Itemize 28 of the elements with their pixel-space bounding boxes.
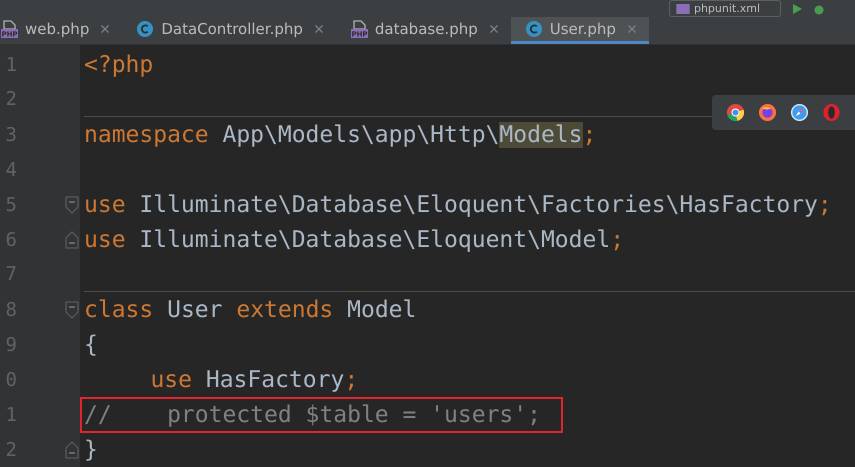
code-line: use HasFactory; — [149, 366, 358, 394]
close-icon[interactable] — [314, 24, 324, 34]
opera-icon[interactable] — [822, 103, 841, 122]
class-icon — [524, 20, 543, 38]
code-line: { — [84, 330, 98, 360]
chrome-icon[interactable] — [726, 103, 745, 122]
code-line: <?php — [84, 50, 154, 80]
code-line: use Illuminate\Database\Eloquent\Model; — [84, 226, 624, 254]
fold-icon[interactable] — [65, 300, 79, 318]
compass-icon[interactable] — [790, 103, 809, 122]
class-icon — [136, 20, 154, 38]
editor-tab[interactable]: DataController.php — [122, 17, 336, 44]
close-icon[interactable] — [488, 24, 499, 34]
run-icon[interactable] — [791, 2, 803, 14]
close-icon[interactable] — [100, 24, 110, 34]
debug-icon[interactable] — [813, 2, 825, 14]
fold-icon[interactable] — [65, 230, 79, 248]
code-line: class User extends Model — [84, 296, 416, 324]
close-icon[interactable] — [626, 24, 637, 34]
code-line: namespace App\Models\app\Http\Models; — [84, 120, 596, 150]
run-config-dropdown[interactable]: phpunit.xml — [668, 0, 781, 17]
fold-icon[interactable] — [65, 196, 79, 214]
fold-icon[interactable] — [65, 440, 79, 458]
editor-tab[interactable]: User.php — [510, 17, 649, 44]
firefox-icon[interactable] — [758, 103, 777, 122]
code-line: } — [84, 436, 98, 464]
code-line: use Illuminate\Database\Eloquent\Factories\HasFactory; — [84, 190, 832, 220]
code-line: // protected $table = 'users'; — [82, 398, 561, 430]
